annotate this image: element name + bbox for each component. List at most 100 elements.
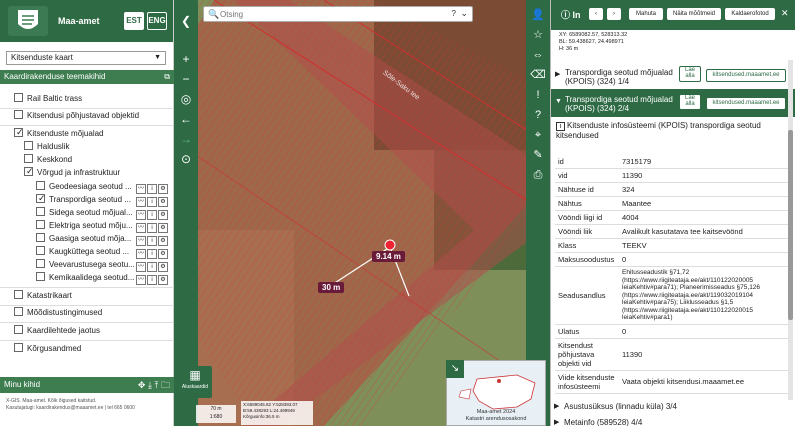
checkbox[interactable] (36, 191, 46, 205)
scrollbar-thumb[interactable] (788, 130, 793, 320)
layer-item[interactable]: Võrgud ja infrastruktuur (24, 164, 120, 180)
close-icon[interactable]: ✕ (781, 8, 789, 19)
coord-xy: XY: 6589082.57, 528313.32 (559, 32, 628, 38)
table-row: vid 11390 (555, 168, 791, 183)
checkbox[interactable] (14, 125, 24, 139)
kitsendused-link-button[interactable]: kitsendused.maaamet.ee (706, 69, 786, 82)
help-icon[interactable]: ? (529, 106, 547, 124)
legend-icon[interactable]: 〰 (136, 275, 146, 285)
prev-button[interactable]: ‹ (589, 8, 603, 20)
checkbox[interactable] (36, 233, 45, 243)
accordion-item-1[interactable]: ▶ Transpordiga seotud mõjualad (KPOIS) (… (551, 62, 795, 88)
sublayer-item[interactable]: Gaasiga seotud mõja... 〰 i ⚙ (36, 232, 174, 246)
sublayer-item[interactable]: Sidega seotud mõjual... 〰 i ⚙ (36, 206, 174, 220)
table-row: id 7315179 (555, 155, 791, 169)
layer-item[interactable]: Kõrgusandmed (14, 342, 81, 356)
checkbox[interactable] (36, 259, 45, 269)
layer-label: Geodeesiaga seotud ... (49, 182, 132, 191)
checkbox[interactable] (14, 325, 23, 335)
show-dimensions-button[interactable]: Näita mõõtmeid (667, 8, 721, 20)
info-icon[interactable]: i (147, 275, 157, 285)
star-icon[interactable]: ☆ (529, 26, 547, 44)
accordion-item-3[interactable]: ▶ Asustusüksus (linnadu küla) 3/4 (550, 400, 795, 412)
layer-item[interactable]: Kaardilehtede jaotus (14, 324, 100, 338)
lang-eng-button[interactable]: ENG (147, 12, 167, 30)
layer-item[interactable]: Mõõdistustingimused (14, 306, 102, 320)
checkbox[interactable] (24, 141, 33, 151)
checkbox[interactable] (14, 110, 23, 120)
compass-icon[interactable]: ⊙ (177, 150, 195, 168)
upload-icon[interactable]: ⤒ (154, 380, 158, 390)
kitsendused-link-button[interactable]: kitsendused.maaamet.ee (706, 97, 786, 110)
search-input[interactable] (220, 8, 420, 20)
eraser-icon[interactable]: ⌫ (529, 66, 547, 84)
sublayer-item[interactable]: Geodeesiaga seotud ... 〰 i ⚙ (36, 180, 174, 194)
layer-item[interactable]: Halduslik (24, 140, 69, 154)
download-button[interactable]: Lae alla (679, 94, 701, 110)
layer-item[interactable]: Rail Baltic trass (14, 92, 82, 106)
info-icon: ⓘ (561, 10, 573, 20)
ruler-icon[interactable]: ✎ (529, 146, 547, 164)
expand-icon[interactable]: ⌄ (460, 8, 468, 19)
maa-amet-logo[interactable] (8, 6, 48, 36)
zoom-in-button[interactable]: + (177, 50, 195, 68)
checkbox[interactable] (14, 290, 23, 300)
locate-icon[interactable]: ◎ (177, 90, 195, 108)
cursor-coordinates: X:6589045.82 Y:528393.07 B:59.438293 L:2… (241, 401, 313, 425)
checkbox[interactable] (14, 93, 23, 103)
gear-icon[interactable]: ⚙ (158, 275, 168, 285)
back-arrow-icon[interactable]: ← (177, 110, 195, 128)
layer-item[interactable]: Kitsenduste mõjualad (14, 125, 104, 141)
theme-layers-header[interactable]: Kaardirakenduse teemakihid ⧉ (0, 70, 174, 84)
chevron-down-icon: ▼ (555, 98, 562, 105)
zoom-out-button[interactable]: − (177, 70, 195, 88)
checkbox[interactable] (36, 207, 45, 217)
alert-icon[interactable]: ! (529, 86, 547, 104)
search-bar[interactable]: 🔍 ? ⌄ (203, 6, 473, 22)
sublayer-item[interactable]: Kaugküttega seotud ... 〰 i ⚙ (36, 245, 174, 259)
sublayer-item[interactable]: Veevarustusega seotu... 〰 i ⚙ (36, 258, 174, 272)
copyright-text: X-GIS. Maa-amet. Kõik õigused kaitstud. (6, 398, 97, 404)
pin-icon[interactable]: ⌖ (529, 126, 547, 144)
lang-est-button[interactable]: EST (124, 12, 144, 30)
layers-icon[interactable]: ⧉ (164, 70, 170, 84)
mahuta-button[interactable]: Mahuta (629, 8, 663, 20)
split-icon[interactable]: ⇔ (529, 46, 547, 64)
basemap-button[interactable]: ▦ Aluskaardid (178, 366, 212, 398)
layer-item[interactable]: Katastrikaart (14, 289, 72, 303)
add-folder-icon[interactable]: 🗀 (161, 380, 170, 390)
collapse-panel-icon[interactable]: ❮ (177, 12, 195, 30)
print-icon[interactable]: ⎙ (529, 166, 547, 184)
help-icon[interactable]: ? (452, 9, 456, 18)
download-button[interactable]: Lae alla (679, 66, 701, 82)
checkbox[interactable] (36, 246, 45, 256)
search-icon: 🔍 (208, 9, 220, 19)
sublayer-item[interactable]: Transpordiga seotud ...〰i⚙ (36, 191, 174, 207)
sublayer-item[interactable]: Kemikaalidega seotud... 〰 i ⚙ (36, 271, 174, 285)
map-type-select[interactable]: Kitsenduste kaart ▼ (6, 51, 166, 65)
accordion-item-4[interactable]: ▶ Metainfo (589528) 4/4 (550, 416, 795, 426)
my-layers-header[interactable]: Minu kihid ✥ ⤓ ⤒ 🗀 (0, 377, 174, 393)
checkbox[interactable] (14, 343, 23, 353)
attribute-value[interactable]: Vaata objekti kitsendusi.maaamet.ee (619, 370, 791, 394)
sublayer-item[interactable]: Elektriga seotud mõju... 〰 i ⚙ (36, 219, 174, 233)
user-icon[interactable]: 👤 (529, 6, 547, 24)
next-button[interactable]: › (607, 8, 621, 20)
attribute-key: Klass (555, 238, 619, 253)
checkbox[interactable] (36, 181, 45, 191)
layer-item[interactable]: Kitsendusi põhjustavad objektid (14, 109, 139, 123)
collapse-overview-icon[interactable]: ↘ (446, 360, 464, 378)
checkbox[interactable] (24, 154, 33, 164)
checkbox[interactable] (24, 164, 34, 178)
checkbox[interactable] (36, 220, 45, 230)
forward-arrow-icon[interactable]: → (177, 130, 195, 148)
checkbox[interactable] (14, 307, 23, 317)
scrollbar[interactable] (788, 60, 793, 400)
download-icon[interactable]: ⤓ (148, 380, 152, 390)
map-type-value: Kitsenduste kaart (11, 53, 73, 62)
checkbox[interactable] (36, 272, 45, 282)
crosshair-icon[interactable]: ✥ (138, 380, 146, 390)
accordion-item-2[interactable]: ▼ Transpordiga seotud mõjualad (KPOIS) (… (551, 89, 795, 117)
oblique-photos-button[interactable]: Kaldaerofotod (725, 8, 775, 20)
layer-label: Mõõdistustingimused (27, 308, 103, 317)
